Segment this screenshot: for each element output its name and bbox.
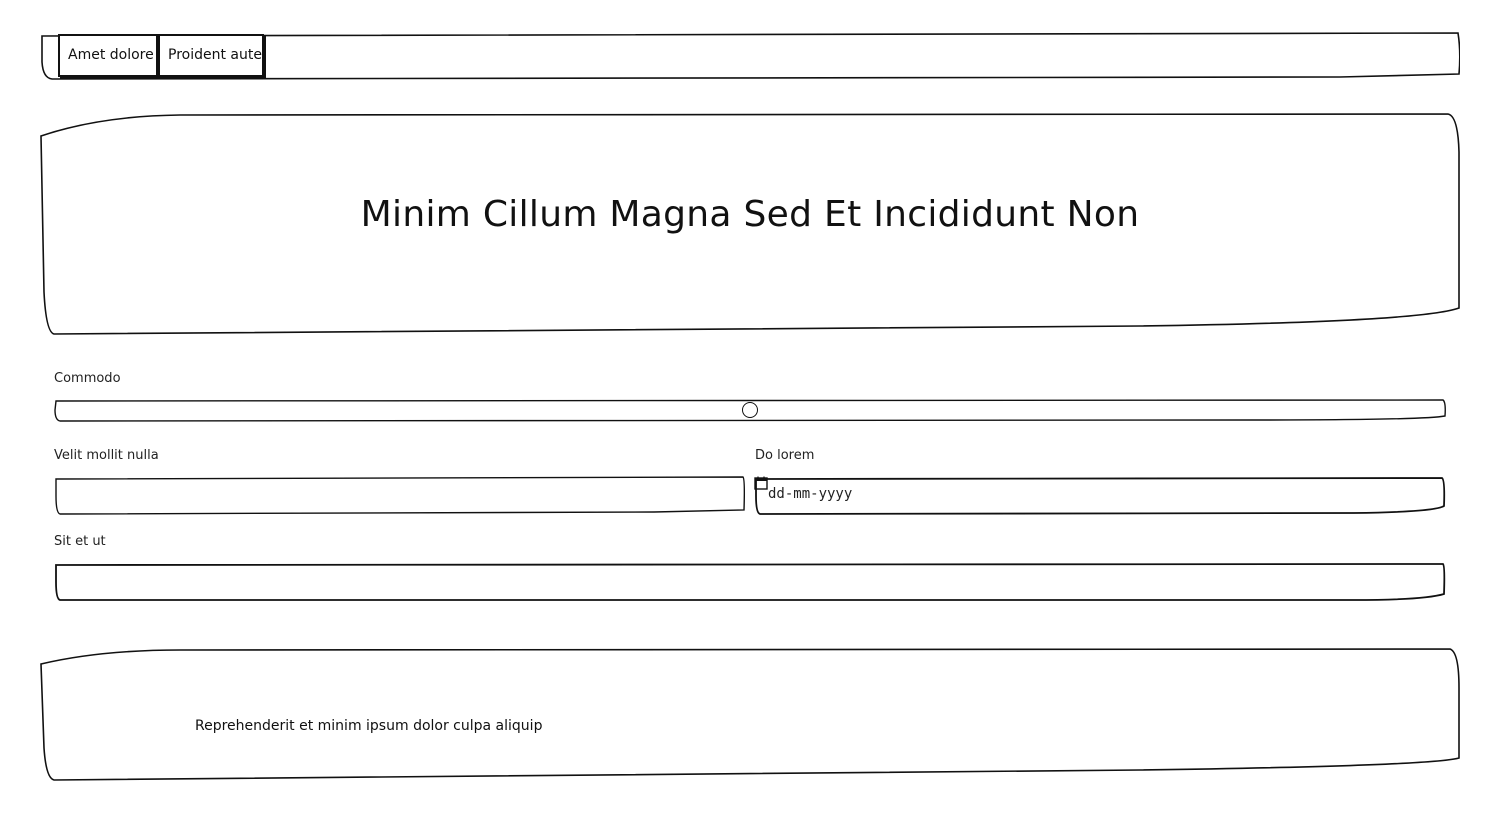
footer-panel: Reprehenderit et minim ipsum dolor culpa… <box>40 648 1460 782</box>
footer-outline <box>40 648 1460 781</box>
slider-thumb[interactable] <box>742 402 758 418</box>
nav-tab-proident-aute[interactable]: Proident aute <box>158 34 264 77</box>
commodo-slider[interactable] <box>54 398 1446 422</box>
do-lorem-date-field[interactable]: dd-mm-yyyy <box>754 476 1446 516</box>
nav-tab-amet-dolore[interactable]: Amet dolore <box>58 34 158 77</box>
slider-label: Commodo <box>54 371 121 386</box>
sit-et-ut-field[interactable] <box>54 562 1446 602</box>
hero-banner: Minim Cillum Magna Sed Et Incididunt Non <box>40 112 1460 336</box>
date-field-outline <box>755 477 1446 515</box>
footer-text: Reprehenderit et minim ipsum dolor culpa… <box>195 718 543 734</box>
do-lorem-label: Do lorem <box>755 448 815 463</box>
velit-mollit-nulla-input[interactable] <box>58 480 740 510</box>
nav-tab-list: Amet dolore Proident aute <box>58 34 264 77</box>
velit-mollit-nulla-label: Velit mollit nulla <box>54 448 159 463</box>
top-navbar: Amet dolore Proident aute <box>40 32 1460 80</box>
sit-et-ut-input[interactable] <box>58 566 1440 596</box>
date-placeholder: dd-mm-yyyy <box>768 486 853 502</box>
page-title: Minim Cillum Magna Sed Et Incididunt Non <box>360 194 1140 235</box>
sit-et-ut-label: Sit et ut <box>54 534 106 549</box>
velit-mollit-nulla-field[interactable] <box>54 476 746 516</box>
calendar-icon[interactable] <box>754 476 768 490</box>
